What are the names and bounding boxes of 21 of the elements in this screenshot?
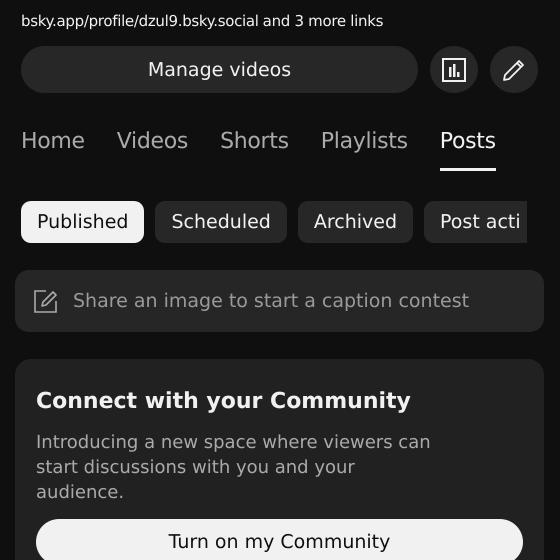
manage-videos-button[interactable]: Manage videos xyxy=(21,46,418,93)
profile-link[interactable]: bsky.app/profile/dzul9.bsky.social xyxy=(21,12,259,30)
card-description: Introducing a new space where viewers can start discussions with you and your audience. xyxy=(36,431,432,505)
caption-contest-field[interactable]: Share an image to start a caption contest xyxy=(15,270,544,332)
channel-tab[interactable]: Shorts xyxy=(220,129,289,171)
more-links-text[interactable]: and 3 more links xyxy=(262,12,384,30)
channel-tab[interactable]: Posts xyxy=(440,129,496,171)
edit-button[interactable] xyxy=(490,46,538,93)
card-title: Connect with your Community xyxy=(36,389,412,414)
edit-icon xyxy=(33,288,59,314)
filter-chip[interactable]: Archived xyxy=(298,201,414,243)
post-input-field[interactable]: Share an image to start a caption contest xyxy=(73,290,526,312)
filter-chip[interactable]: Published xyxy=(21,201,144,243)
bar-chart-icon xyxy=(441,56,467,82)
filter-chip[interactable]: Scheduled xyxy=(155,201,287,243)
filter-chip[interactable]: Post acti xyxy=(424,201,527,243)
channel-tab[interactable]: Videos xyxy=(116,129,188,171)
turn-on-community-button[interactable]: Turn on my Community xyxy=(36,519,523,560)
channel-tab[interactable]: Playlists xyxy=(320,129,408,171)
analytics-button[interactable] xyxy=(430,46,478,93)
channel-tab[interactable]: Home xyxy=(21,129,85,171)
